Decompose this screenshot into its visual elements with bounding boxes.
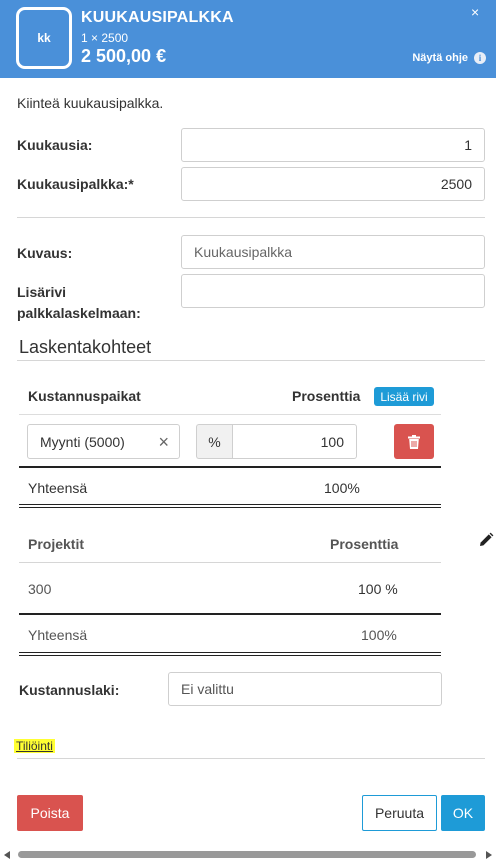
percent-input[interactable]: 100 xyxy=(232,424,357,459)
extra-label-line1: Lisärivi xyxy=(17,284,67,300)
section-title: Laskentakohteet xyxy=(19,337,152,357)
months-value: 1 xyxy=(464,137,472,153)
col-project-percent: Prosenttia xyxy=(330,536,399,552)
projects-header-divider xyxy=(19,562,441,563)
section-divider xyxy=(17,360,485,361)
info-icon: i xyxy=(474,52,486,64)
project-total-value: 100% xyxy=(361,627,397,643)
add-row-button[interactable]: Lisää rivi xyxy=(374,387,434,406)
close-icon[interactable]: × xyxy=(471,4,479,20)
desc-input[interactable]: Kuukausipalkka xyxy=(181,235,485,269)
col-cost-centers: Kustannuspaikat xyxy=(28,388,141,404)
project-row-divider xyxy=(19,613,441,615)
project-total-label: Yhteensä xyxy=(28,627,88,643)
scroll-right-icon[interactable] xyxy=(486,851,492,859)
cost-type-label: Kustannuslaki: xyxy=(19,682,120,698)
scroll-left-icon[interactable] xyxy=(4,851,10,859)
total-amount: 2 500,00 € xyxy=(81,46,167,66)
extra-label-line2: palkkalaskelmaan: xyxy=(17,305,141,321)
cost-center-select[interactable]: Myynti (5000) × xyxy=(27,424,180,459)
project-name: 300 xyxy=(28,581,52,597)
cost-total-label: Yhteensä xyxy=(28,480,88,496)
delete-button[interactable]: Poista xyxy=(17,795,83,831)
dialog-subtitle: 1 × 2500 xyxy=(81,31,129,45)
cancel-button[interactable]: Peruuta xyxy=(362,795,437,831)
table-header-divider xyxy=(19,414,441,415)
cost-type-select[interactable]: Ei valittu xyxy=(168,672,442,706)
col-percent: Prosenttia xyxy=(292,388,361,404)
salary-value: 2500 xyxy=(440,176,472,192)
cost-type-value: Ei valittu xyxy=(181,681,234,697)
salary-label: Kuukausipalkka:* xyxy=(17,176,134,192)
row-divider xyxy=(19,466,441,468)
clear-icon[interactable]: × xyxy=(158,432,169,453)
total-divider-1 xyxy=(19,504,441,505)
delete-row-button[interactable] xyxy=(394,424,434,459)
project-percent: 100 % xyxy=(358,581,398,597)
col-projects: Projektit xyxy=(28,536,85,552)
dialog-title: KUUKAUSIPALKKA xyxy=(81,9,234,26)
footer-divider xyxy=(17,758,485,759)
percent-value: 100 xyxy=(320,433,344,450)
project-total-divider-1 xyxy=(19,652,441,653)
total-divider-2 xyxy=(19,507,441,508)
description-text: Kiinteä kuukausipalkka. xyxy=(17,95,164,111)
months-label: Kuukausia: xyxy=(17,137,93,153)
dialog-header: kk KUUKAUSIPALKKA 1 × 2500 2 500,00 € × … xyxy=(0,0,496,78)
help-link[interactable]: Näytä ohje i xyxy=(412,52,486,64)
extra-input[interactable] xyxy=(181,274,485,308)
percent-addon: % xyxy=(196,424,232,459)
ok-button[interactable]: OK xyxy=(441,795,485,831)
divider xyxy=(17,217,485,218)
desc-placeholder: Kuukausipalkka xyxy=(194,244,293,260)
months-input[interactable]: 1 xyxy=(181,128,485,162)
cost-total-value: 100% xyxy=(324,480,360,496)
help-label: Näytä ohje xyxy=(412,52,468,64)
horizontal-scrollbar[interactable] xyxy=(18,851,476,858)
account-link[interactable]: Tiliöinti xyxy=(14,739,55,753)
cost-center-value: Myynti (5000) xyxy=(40,433,125,450)
type-badge: kk xyxy=(16,7,72,69)
trash-icon xyxy=(408,434,420,449)
salary-input[interactable]: 2500 xyxy=(181,167,485,201)
edit-pencil-icon[interactable] xyxy=(478,532,494,553)
desc-label: Kuvaus: xyxy=(17,245,73,261)
project-total-divider-2 xyxy=(19,655,441,656)
